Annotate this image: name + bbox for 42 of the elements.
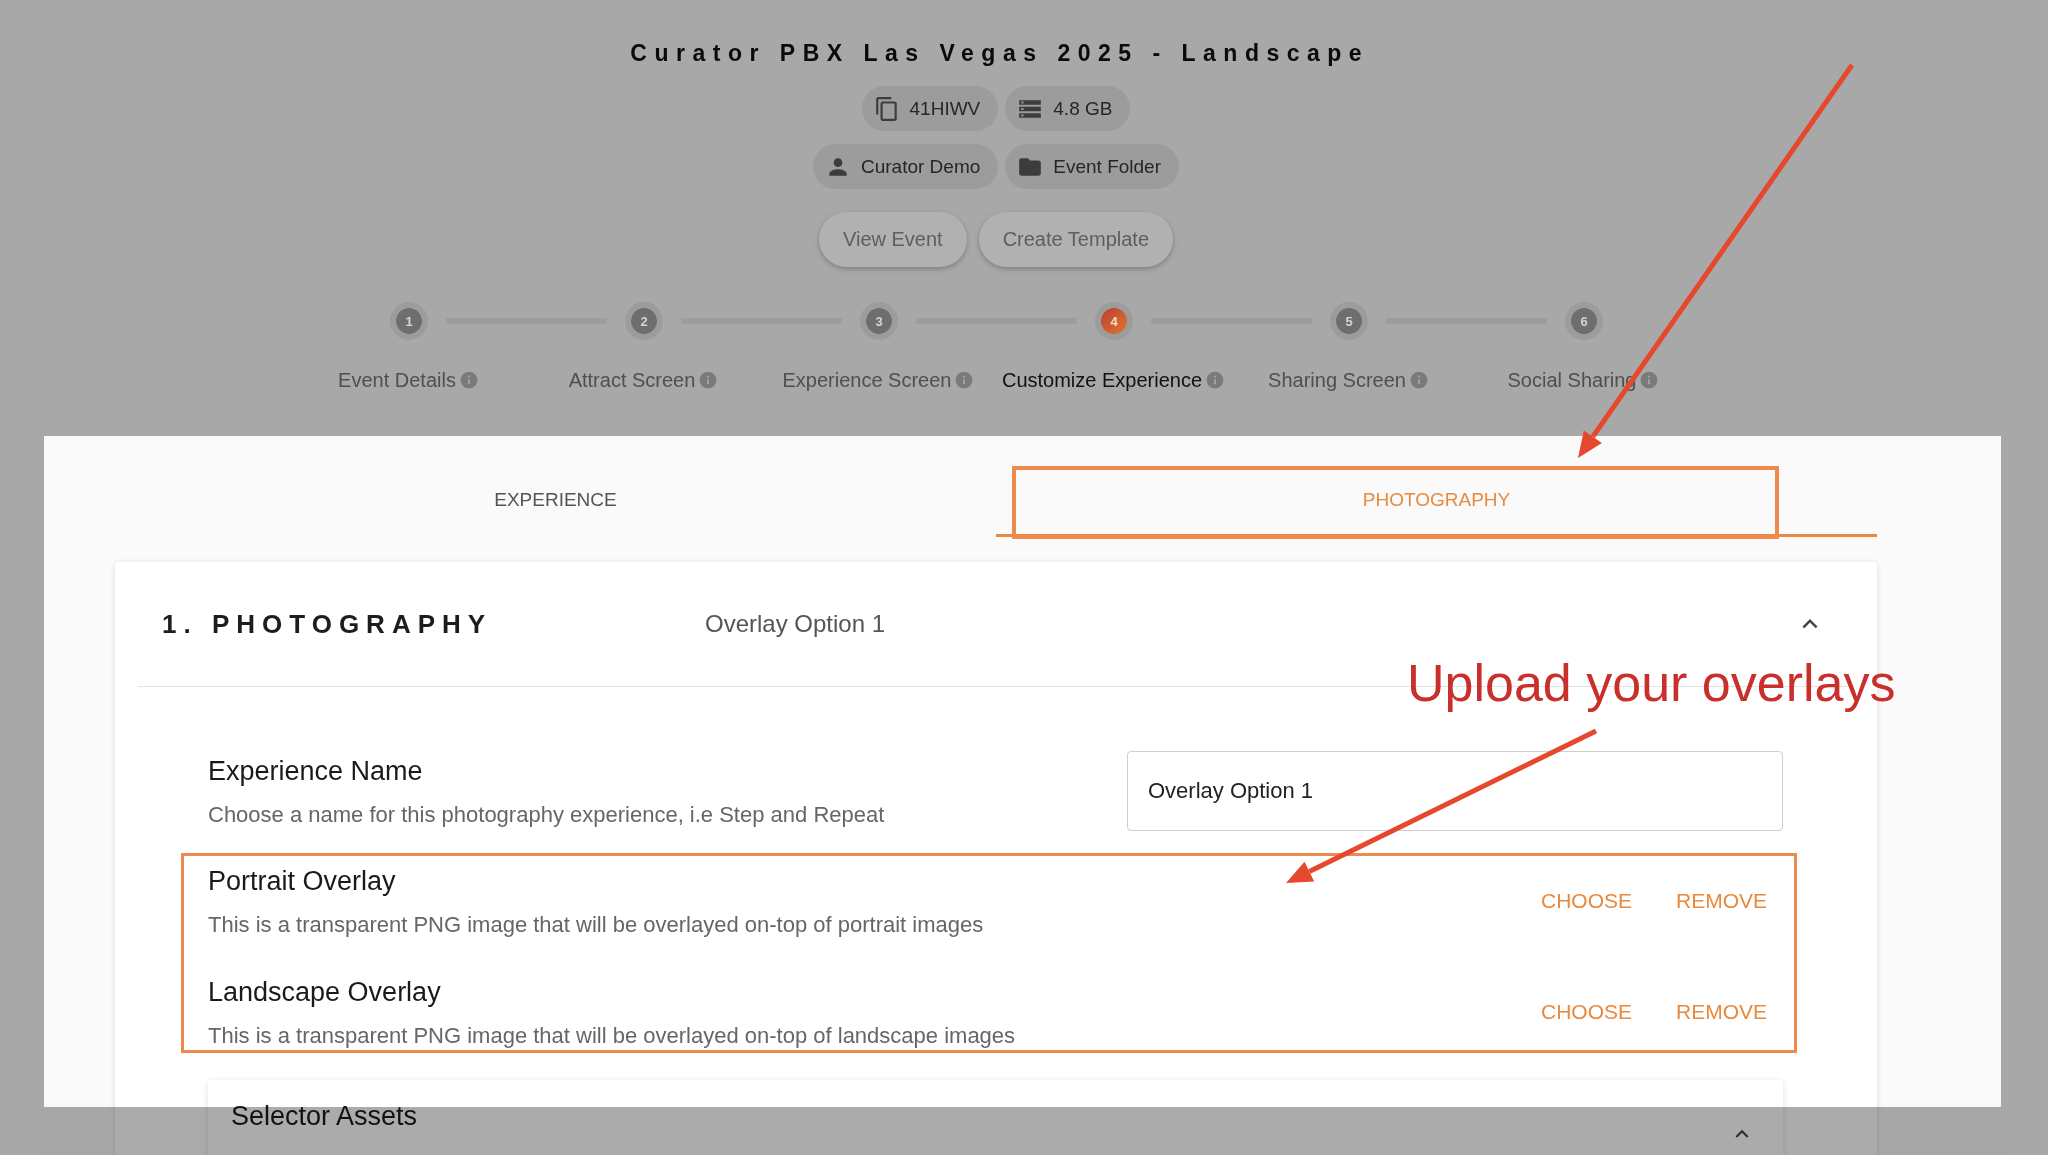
field-description: This is a transparent PNG image that will be overlayed on-top of landscape images: [208, 1022, 1016, 1050]
section-title: 1. PHOTOGRAPHY: [162, 608, 494, 640]
info-icon[interactable]: [954, 370, 975, 390]
event-title: Curator PBX Las Vegas 2025 - Landscape: [629, 39, 1370, 68]
info-icon[interactable]: [1408, 370, 1429, 390]
overlay-action-button[interactable]: CHOOSE: [1532, 883, 1640, 919]
step-number[interactable]: 5: [1330, 302, 1368, 340]
action-button[interactable]: Create Template: [978, 212, 1174, 267]
info-icon[interactable]: [1205, 370, 1226, 390]
chip-label: 41HIWV: [909, 97, 981, 120]
field-description: This is a transparent PNG image that will be overlayed on-top of portrait images: [208, 911, 984, 939]
overlay-action-button[interactable]: REMOVE: [1668, 883, 1775, 919]
chip-label: 4.8 GB: [1053, 97, 1113, 120]
step-label[interactable]: Experience Screen: [782, 368, 952, 392]
tab[interactable]: EXPERIENCE: [115, 466, 996, 537]
step-label[interactable]: Attract Screen: [568, 368, 696, 392]
info-icon[interactable]: [1639, 370, 1660, 390]
chip-label: Curator Demo: [860, 155, 981, 178]
action-button[interactable]: View Event: [818, 212, 967, 267]
step-label[interactable]: Sharing Screen: [1268, 368, 1406, 392]
step-number[interactable]: 1: [390, 302, 428, 340]
step-number[interactable]: 2: [625, 302, 663, 340]
step-number[interactable]: 6: [1565, 302, 1603, 340]
info-icon[interactable]: [698, 370, 719, 390]
section-summary: Overlay Option 1: [705, 610, 887, 638]
field-label: Landscape Overlay: [208, 976, 442, 1009]
info-icon[interactable]: [458, 370, 479, 390]
chip-label: Event Folder: [1053, 155, 1162, 178]
step-number[interactable]: 3: [860, 302, 898, 340]
tab[interactable]: PHOTOGRAPHY: [996, 466, 1877, 537]
annotation-text: Upload your overlays: [1407, 653, 1896, 713]
step-label[interactable]: Event Details: [338, 368, 456, 392]
field-label: Portrait Overlay: [208, 865, 397, 898]
overlay-action-button[interactable]: REMOVE: [1668, 994, 1775, 1030]
overlay-action-button[interactable]: CHOOSE: [1532, 994, 1640, 1030]
subsection-title: Selector Assets: [231, 1100, 418, 1133]
field-description: Choose a name for this photography experience, i.e Step and Repeat: [208, 801, 885, 829]
field-label: Experience Name: [208, 755, 424, 788]
copy-icon: [873, 95, 900, 122]
step-number[interactable]: 4: [1095, 302, 1133, 340]
text-input[interactable]: Overlay Option 1: [1127, 751, 1783, 831]
step-label[interactable]: Customize Experience: [1001, 368, 1203, 392]
